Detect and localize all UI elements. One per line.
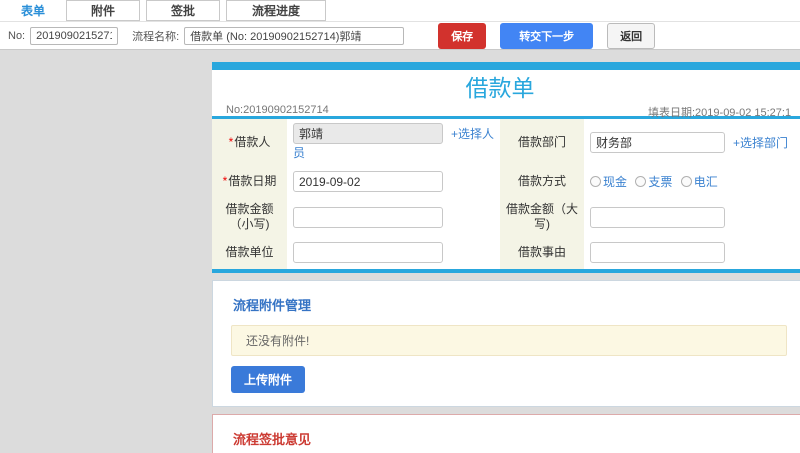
loan-unit-field-cell — [287, 236, 500, 269]
upload-attachment-button[interactable]: 上传附件 — [231, 366, 306, 393]
loan-reason-label: 借款事由 — [517, 245, 566, 259]
loan-unit-label: 借款单位 — [225, 245, 274, 259]
panel-bottom-bar — [212, 269, 800, 273]
amount-lower-input[interactable] — [293, 206, 443, 228]
borrower-label: 借款人 — [234, 134, 271, 149]
amount-upper-input[interactable] — [590, 206, 725, 228]
amount-upper-label: 借款金额（大写) — [506, 202, 579, 231]
loan-date-field-cell — [287, 165, 500, 198]
select-department-link[interactable]: +选择部门 — [733, 136, 788, 150]
borrower-field-cell: +选择人员 — [287, 119, 500, 165]
department-label: 借款部门 — [517, 134, 566, 149]
loan-form-table: *借款人 +选择人员 借款部门 +选择部门 *借款日期 — [212, 119, 800, 269]
panel-top-bar — [212, 62, 800, 70]
loan-method-label-cell: 借款方式 — [500, 165, 584, 198]
process-name-label: 流程名称: — [132, 30, 180, 43]
no-attachments-notice: 还没有附件! — [231, 325, 787, 356]
action-toolbar: No: 流程名称: 保存 转交下一步 返回 — [0, 22, 800, 50]
borrower-input[interactable] — [293, 123, 443, 144]
header: 表单 附件 签批 流程进度 No: 流程名称: 保存 转交下一步 返回 — [0, 0, 800, 50]
attachments-panel: 流程附件管理 还没有附件! 上传附件 — [212, 280, 800, 407]
form-meta-row: No:20190902152714 填表日期:2019-09-02 15:27:… — [212, 104, 800, 119]
content-area: 借款单 No:20190902152714 填表日期:2019-09-02 15… — [212, 62, 800, 453]
approval-panel: 流程签批意见 B I abc — [212, 414, 800, 453]
radio-circle-icon[interactable] — [680, 176, 692, 187]
radio-check-label[interactable]: 支票 — [648, 173, 672, 190]
borrower-label-cell: *借款人 — [212, 119, 287, 165]
table-row: *借款人 +选择人员 借款部门 +选择部门 — [212, 119, 800, 165]
next-step-button[interactable]: 转交下一步 — [500, 22, 594, 49]
radio-check[interactable]: 支票 — [635, 173, 672, 190]
required-mark: * — [228, 134, 234, 149]
no-input[interactable] — [30, 26, 119, 45]
approval-heading: 流程签批意见 — [233, 432, 312, 447]
loan-method-label: 借款方式 — [517, 174, 566, 188]
loan-reason-input[interactable] — [590, 242, 725, 263]
amount-lower-label-cell: 借款金额（小写) — [212, 198, 287, 236]
form-number: No:20190902152714 — [226, 104, 329, 116]
radio-cash[interactable]: 现金 — [590, 173, 627, 190]
radio-circle-icon[interactable] — [590, 176, 601, 187]
back-button[interactable]: 返回 — [607, 22, 656, 49]
department-field-cell: +选择部门 — [584, 119, 800, 165]
radio-wire-label[interactable]: 电汇 — [694, 173, 718, 190]
loan-unit-input[interactable] — [293, 242, 443, 263]
department-input[interactable] — [590, 131, 725, 153]
tab-approval[interactable]: 签批 — [146, 0, 221, 21]
tab-attachments[interactable]: 附件 — [66, 0, 141, 21]
process-name-input[interactable] — [184, 26, 405, 45]
amount-lower-field-cell — [287, 198, 500, 236]
loan-date-input[interactable] — [293, 171, 443, 192]
no-label: No: — [8, 29, 26, 42]
tab-bar: 表单 附件 签批 流程进度 — [0, 0, 800, 22]
radio-circle-icon[interactable] — [635, 176, 647, 187]
required-mark: * — [222, 174, 228, 188]
loan-date-label: 借款日期 — [228, 174, 277, 188]
form-fill-date: 填表日期:2019-09-02 15:27:1 — [648, 107, 792, 119]
loan-reason-field-cell — [584, 236, 800, 269]
loan-reason-label-cell: 借款事由 — [500, 236, 584, 269]
attachments-heading: 流程附件管理 — [233, 298, 312, 313]
tab-progress[interactable]: 流程进度 — [226, 0, 327, 21]
loan-form-panel: 借款单 No:20190902152714 填表日期:2019-09-02 15… — [212, 62, 800, 273]
table-row: *借款日期 借款方式 现金 支票 电汇 — [212, 165, 800, 198]
amount-upper-label-cell: 借款金额（大写) — [500, 198, 584, 236]
tab-form[interactable]: 表单 — [11, 0, 56, 21]
department-label-cell: 借款部门 — [500, 119, 584, 165]
loan-date-label-cell: *借款日期 — [212, 165, 287, 198]
table-row: 借款单位 借款事由 — [212, 236, 800, 269]
radio-wire[interactable]: 电汇 — [680, 173, 718, 190]
save-button[interactable]: 保存 — [438, 22, 487, 49]
amount-upper-field-cell — [584, 198, 800, 236]
loan-unit-label-cell: 借款单位 — [212, 236, 287, 269]
amount-lower-label: 借款金额（小写) — [225, 202, 274, 231]
radio-cash-label[interactable]: 现金 — [603, 173, 627, 190]
page-title: 借款单 — [465, 75, 535, 101]
loan-method-field-cell: 现金 支票 电汇 — [584, 165, 800, 198]
table-row: 借款金额（小写) 借款金额（大写) — [212, 198, 800, 236]
